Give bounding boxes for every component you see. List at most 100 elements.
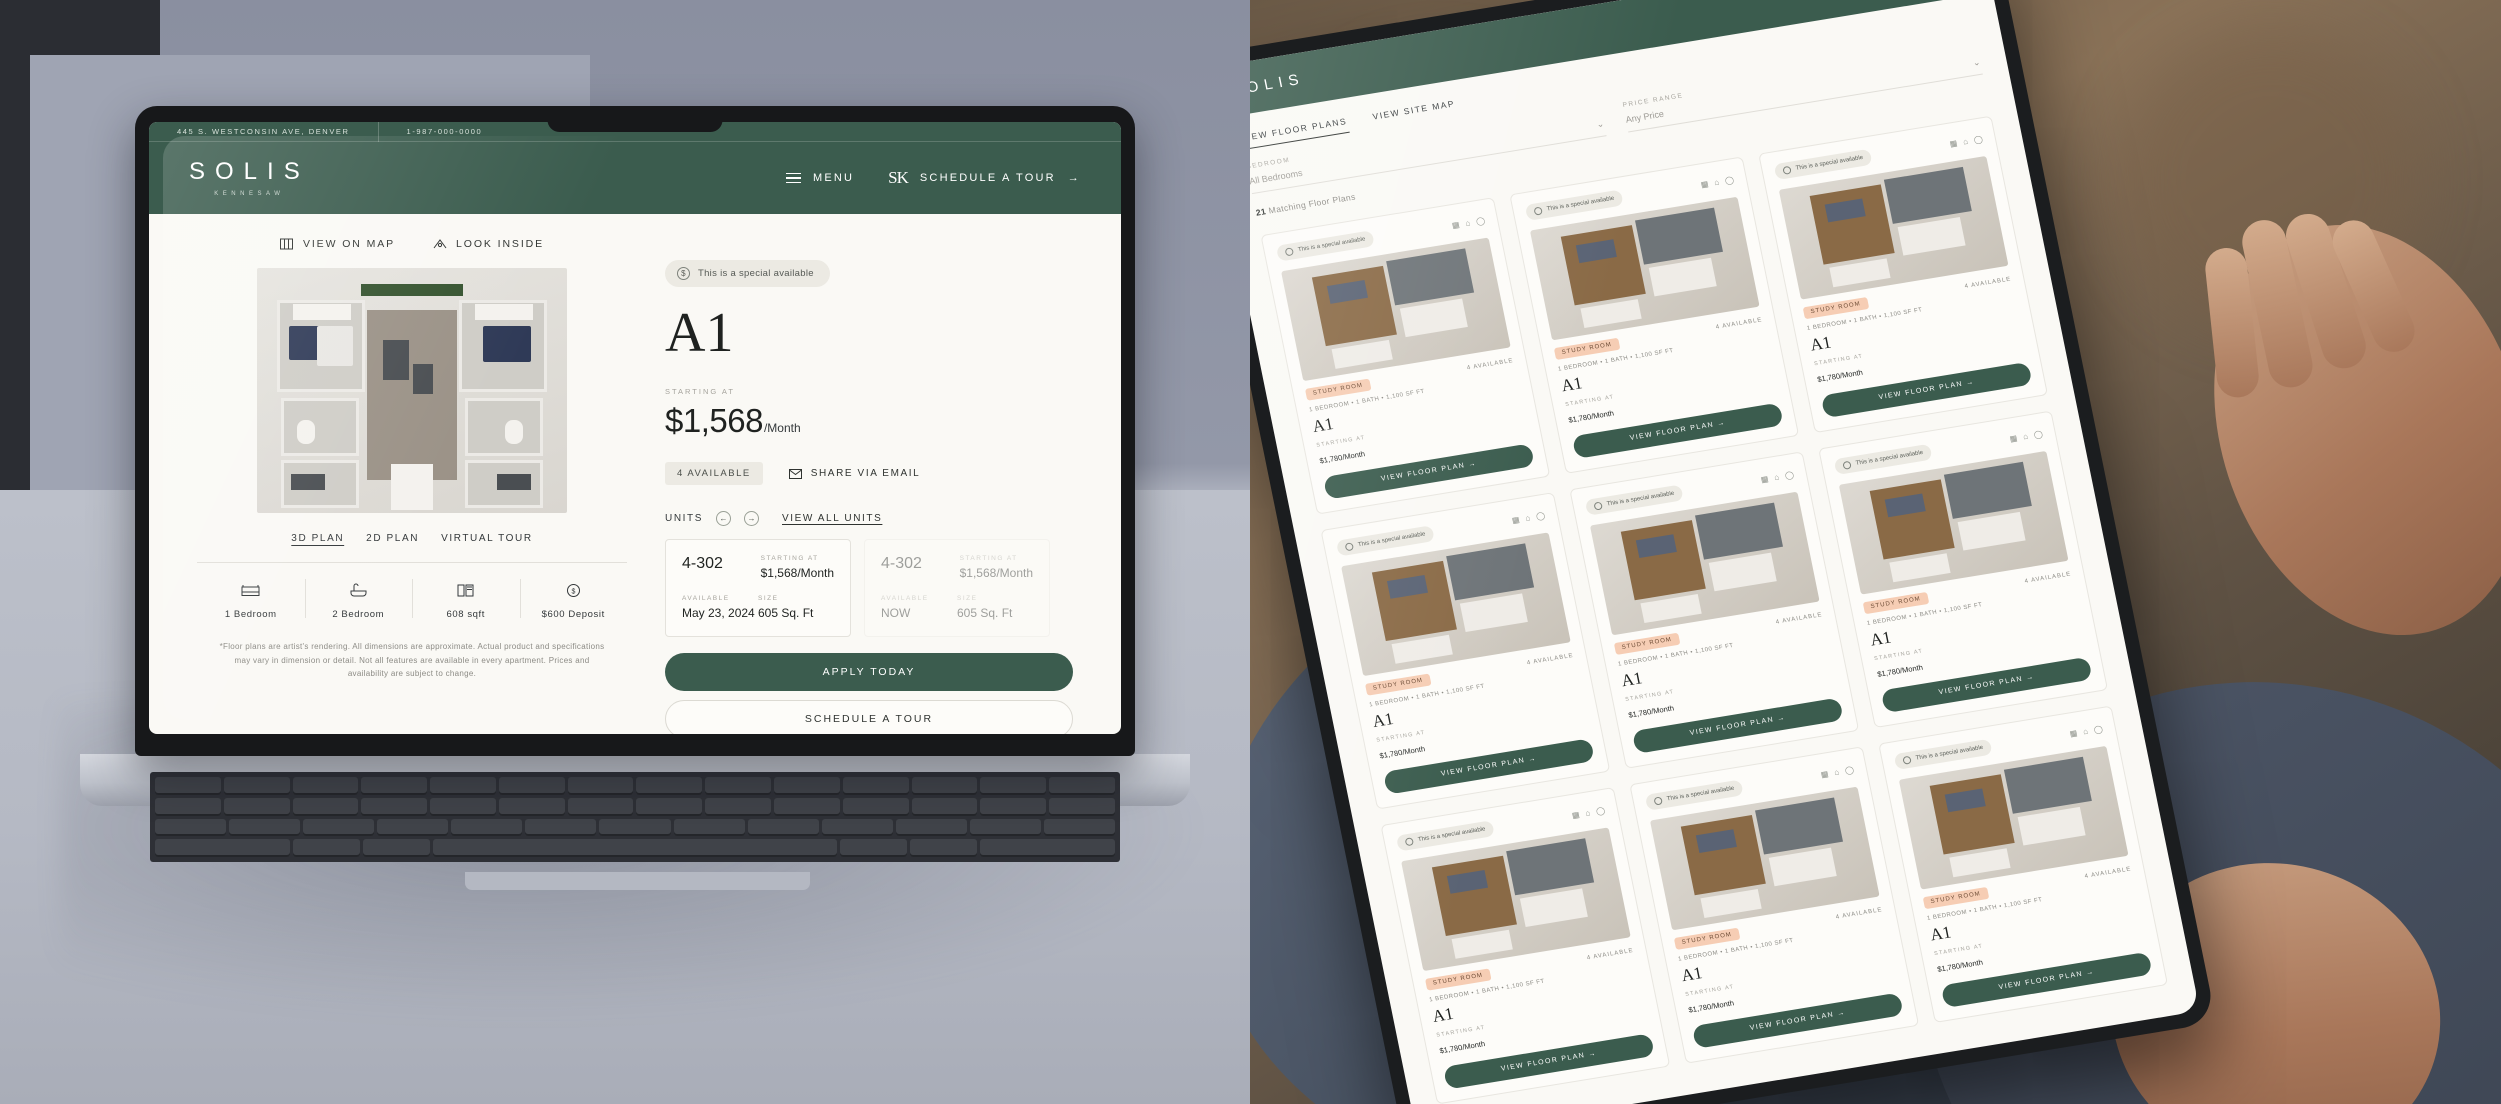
tab-3d-plan[interactable]: 3D PLAN bbox=[291, 533, 344, 544]
map-icon[interactable]: ▦ bbox=[2009, 433, 2018, 443]
tab-virtual-tour[interactable]: VIRTUAL TOUR bbox=[441, 533, 533, 544]
floorplan-thumbnail[interactable] bbox=[1281, 237, 1511, 382]
share-via-email-button[interactable]: SHARE VIA EMAIL bbox=[788, 468, 921, 479]
floorplan-card[interactable]: This is a special available ▦ ⌂ ◯ STUDY ROOM… bbox=[1260, 197, 1551, 515]
available-count: 4 AVAILABLE bbox=[1835, 907, 1884, 921]
look-inside-icon[interactable]: ⌂ bbox=[2022, 431, 2029, 441]
units-prev-button[interactable]: ← bbox=[716, 511, 731, 526]
look-inside-icon[interactable]: ⌂ bbox=[1833, 767, 1840, 777]
disclaimer-text: *Floor plans are artist's rendering. All… bbox=[219, 642, 605, 679]
price-row: $1,568 /Month bbox=[665, 402, 1073, 440]
menu-button[interactable]: MENU bbox=[785, 172, 854, 184]
look-inside-icon[interactable]: ⌂ bbox=[1524, 513, 1531, 523]
look-inside-icon[interactable]: ⌂ bbox=[1713, 177, 1720, 187]
floorplan-thumbnail[interactable] bbox=[1778, 155, 2009, 300]
virtual-tour-icon[interactable]: ◯ bbox=[1535, 510, 1546, 520]
map-icon[interactable]: ▦ bbox=[1949, 138, 1958, 148]
virtual-tour-icon[interactable]: ◯ bbox=[1784, 470, 1795, 480]
floorplan-thumbnail[interactable] bbox=[1401, 827, 1631, 972]
price-value: $1,780 bbox=[1816, 371, 1841, 384]
look-inside-icon[interactable]: ⌂ bbox=[1464, 218, 1471, 228]
price-unit: /Month bbox=[763, 421, 801, 435]
floorplan-card[interactable]: This is a special available ▦ ⌂ ◯ STUDY ROOM… bbox=[1569, 451, 1860, 769]
floorplan-3d-image[interactable] bbox=[257, 268, 567, 513]
tab-view-floor-plans[interactable]: VIEW FLOOR PLANS bbox=[1250, 115, 1350, 151]
tab-2d-plan[interactable]: 2D PLAN bbox=[366, 533, 419, 544]
special-icon bbox=[1593, 501, 1603, 511]
floorplan-card[interactable]: This is a special available ▦ ⌂ ◯ STUDY ROOM… bbox=[1320, 492, 1611, 810]
floorplan-card[interactable]: This is a special available ▦ ⌂ ◯ STUDY ROOM… bbox=[1380, 787, 1671, 1104]
map-icon[interactable]: ▦ bbox=[1571, 809, 1580, 819]
floorplan-card[interactable]: This is a special available ▦ ⌂ ◯ STUDY ROOM… bbox=[1629, 746, 1920, 1064]
price-unit: /Month bbox=[1401, 744, 1426, 757]
virtual-tour-icon[interactable]: ◯ bbox=[1595, 805, 1606, 815]
special-badge-label: This is a special available bbox=[1357, 531, 1427, 549]
tablet-brand[interactable]: SOLIS bbox=[1250, 70, 1306, 99]
virtual-tour-icon[interactable]: ◯ bbox=[1973, 134, 1984, 144]
floorplan-thumbnail[interactable] bbox=[1898, 745, 2129, 890]
virtual-tour-icon[interactable]: ◯ bbox=[1475, 215, 1486, 225]
bed-icon bbox=[197, 579, 305, 601]
starting-at-label: STARTING AT bbox=[665, 387, 735, 396]
available-count: 4 AVAILABLE bbox=[1775, 612, 1824, 626]
phone-text[interactable]: 1-987-000-0000 bbox=[379, 127, 511, 136]
special-badge-label: This is a special available bbox=[1606, 490, 1675, 508]
bedroom-filter-text: All Bedrooms bbox=[1250, 167, 1304, 187]
map-icon[interactable]: ▦ bbox=[1820, 769, 1829, 779]
site-navbar: SOLIS KENNESAW MENU SK SCHEDULE A TOUR → bbox=[149, 142, 1121, 214]
floorplan-thumbnail[interactable] bbox=[1529, 196, 1760, 341]
available-count: 4 AVAILABLE bbox=[1526, 652, 1575, 667]
share-label: SHARE VIA EMAIL bbox=[810, 468, 921, 479]
floorplan-thumbnail[interactable] bbox=[1341, 532, 1571, 677]
available-count: 4 AVAILABLE bbox=[2024, 571, 2072, 585]
unit-card[interactable]: 4-302 STARTING AT $1,568/Month AVAILABLE… bbox=[665, 539, 851, 637]
view-on-map-button[interactable]: VIEW ON MAP bbox=[279, 238, 395, 250]
special-icon: $ bbox=[677, 267, 690, 280]
look-inside-icon[interactable]: ⌂ bbox=[1584, 808, 1591, 818]
map-icon[interactable]: ▦ bbox=[2069, 728, 2078, 738]
look-inside-icon[interactable]: ⌂ bbox=[1773, 472, 1780, 482]
price-unit: /Month bbox=[1899, 662, 1924, 676]
price-unit: /Month bbox=[1839, 367, 1864, 381]
look-inside-icon[interactable]: ⌂ bbox=[1962, 136, 1969, 146]
special-badge-label: This is a special available bbox=[698, 268, 814, 279]
tablet-body: SOLIS MENU SCHEDULE A TOUR VIEW FLOOR PL… bbox=[1250, 0, 2217, 1104]
floorplan-card[interactable]: This is a special available ▦ ⌂ ◯ STUDY ROOM… bbox=[1509, 156, 1800, 474]
floorplan-card[interactable]: This is a special available ▦ ⌂ ◯ STUDY ROOM… bbox=[1818, 410, 2109, 729]
card-icons: ▦ ⌂ ◯ bbox=[1451, 215, 1486, 229]
special-badge-label: This is a special available bbox=[1666, 785, 1735, 803]
units-label: UNITS bbox=[665, 513, 703, 524]
virtual-tour-icon[interactable]: ◯ bbox=[2093, 724, 2104, 734]
tab-view-site-map[interactable]: VIEW SITE MAP bbox=[1372, 98, 1458, 128]
view-all-units-link[interactable]: VIEW ALL UNITS bbox=[782, 513, 882, 524]
floorplan-media-column: VIEW ON MAP LOOK INSIDE 3D PLAN 2D PLAN … bbox=[197, 238, 627, 734]
look-inside-button[interactable]: LOOK INSIDE bbox=[433, 238, 544, 250]
unit-available-value: May 23, 2024 bbox=[682, 606, 755, 620]
units-next-button[interactable]: → bbox=[744, 511, 759, 526]
floorplan-card[interactable]: This is a special available ▦ ⌂ ◯ STUDY ROOM… bbox=[1878, 705, 2169, 1023]
unit-card[interactable]: 4-302 STARTING AT $1,568/Month AVAILABLE… bbox=[864, 539, 1050, 637]
feature-deposit-label: $600 Deposit bbox=[541, 609, 605, 620]
floorplan-thumbnail[interactable] bbox=[1838, 450, 2069, 595]
floorplan-thumbnail[interactable] bbox=[1589, 491, 1820, 636]
virtual-tour-icon[interactable]: ◯ bbox=[1844, 765, 1855, 775]
map-icon[interactable]: ▦ bbox=[1760, 474, 1769, 484]
schedule-a-tour-button[interactable]: SK SCHEDULE A TOUR → bbox=[888, 168, 1081, 188]
sk-monogram-icon: SK bbox=[888, 168, 909, 187]
schedule-tour-button[interactable]: SCHEDULE A TOUR bbox=[665, 700, 1073, 734]
floorplan-card[interactable]: This is a special available ▦ ⌂ ◯ STUDY ROOM… bbox=[1758, 115, 2049, 434]
special-badge: This is a special available bbox=[1335, 525, 1435, 557]
apply-today-button[interactable]: APPLY TODAY bbox=[665, 653, 1073, 691]
virtual-tour-icon[interactable]: ◯ bbox=[1724, 175, 1735, 185]
map-icon[interactable]: ▦ bbox=[1451, 220, 1460, 230]
available-count: 4 AVAILABLE bbox=[1466, 357, 1515, 372]
map-icon[interactable]: ▦ bbox=[1700, 179, 1709, 189]
brand-logo[interactable]: SOLIS KENNESAW bbox=[189, 159, 310, 197]
virtual-tour-icon[interactable]: ◯ bbox=[2033, 429, 2044, 439]
look-inside-icon[interactable]: ⌂ bbox=[2082, 726, 2089, 736]
floorplan-card-grid: This is a special available ▦ ⌂ ◯ STUDY ROOM… bbox=[1250, 94, 2199, 1104]
laptop-screen: 445 S. WESTCONSIN AVE, DENVER 1-987-000-… bbox=[149, 122, 1121, 734]
map-icon[interactable]: ▦ bbox=[1511, 515, 1520, 525]
special-badge-label: This is a special available bbox=[1417, 826, 1487, 844]
floorplan-thumbnail[interactable] bbox=[1649, 786, 1880, 931]
